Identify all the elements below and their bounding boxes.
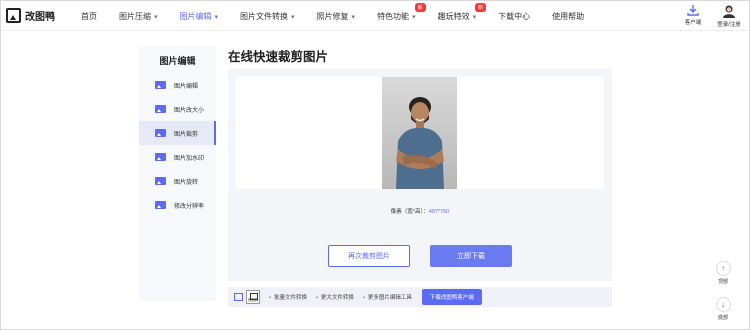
chevron-down-icon: ▾ <box>291 13 295 21</box>
sidebar-item-edit[interactable]: 图片编辑 <box>139 73 216 97</box>
sidebar-item-rotate[interactable]: 图片旋转 <box>139 169 216 193</box>
app-icon: 改图鸭 <box>246 290 260 304</box>
user-avatar-icon <box>723 5 735 18</box>
sidebar-item-crop[interactable]: 图片裁剪 <box>139 121 216 145</box>
app-icon-caption: 改图鸭 <box>247 298 259 302</box>
nav-label: 照片修复 <box>316 11 349 21</box>
batch-convert-link[interactable]: 批量文件转换 <box>269 293 307 301</box>
download-icon <box>687 5 699 16</box>
nav-item-download-center[interactable]: 下载中心 <box>498 11 530 22</box>
result-panel: 像素（宽*高）：497*750 再次裁剪图片 立即下载 <box>228 69 612 281</box>
bottom-icons: 改图鸭 <box>234 290 260 304</box>
image-icon <box>155 105 166 113</box>
nav-item-repair[interactable]: 照片修复 ▾ <box>317 11 356 22</box>
client-button[interactable]: 客户端 <box>678 4 708 28</box>
browser-frame: 改图鸭 首页 图片压缩 ▾ 图片编辑 ▾ 图片文件转换 ▾ 照片修复 ▾ 特色功能 ▾ 新 … <box>0 0 750 330</box>
image-icon <box>155 177 166 185</box>
logo-icon <box>6 8 21 23</box>
nav-item-effects[interactable]: 趣玩特效 ▾ 新 <box>437 2 487 22</box>
nav-label: 图片编辑 <box>179 11 212 21</box>
image-icon <box>155 153 166 161</box>
nav-label: 使用帮助 <box>552 11 585 21</box>
bottom-toolbar: 改图鸭 批量文件转换 更大文件转换 更多图片编辑工具 下载改图鸭客户端 <box>228 287 612 307</box>
nav-item-convert[interactable]: 图片文件转换 ▾ <box>240 11 295 22</box>
nav-item-home[interactable]: 首页 <box>81 11 97 22</box>
back-to-top[interactable]: ↑ 顶部 <box>713 261 733 285</box>
logo[interactable]: 改图鸭 <box>6 8 55 23</box>
arrow-up-icon: ↑ <box>715 261 731 276</box>
nav-label: 趣玩特效 <box>437 11 470 21</box>
chevron-down-icon: ▾ <box>351 13 356 21</box>
cropped-photo <box>382 77 457 189</box>
pixel-info: 像素（宽*高）：497*750 <box>228 207 612 215</box>
image-icon <box>234 293 243 301</box>
image-icon <box>155 201 166 209</box>
sidebar-item-label: 图片加水印 <box>174 155 205 162</box>
sidebar-item-resize[interactable]: 图片改大小 <box>139 97 216 121</box>
image-icon <box>155 129 166 137</box>
logo-text: 改图鸭 <box>25 12 55 23</box>
nav-item-edit[interactable]: 图片编辑 ▾ <box>180 11 219 22</box>
back-to-top-label: 顶部 <box>717 279 728 285</box>
login-button[interactable]: 登录/注册 <box>714 4 744 28</box>
nav-item-help[interactable]: 使用帮助 <box>552 11 584 22</box>
recrop-button[interactable]: 再次裁剪图片 <box>328 245 410 267</box>
chevron-down-icon: ▾ <box>472 13 477 21</box>
new-badge: 新 <box>414 2 426 12</box>
nav-label: 首页 <box>81 11 97 21</box>
nav-label: 图片压缩 <box>119 11 151 21</box>
image-preview-canvas <box>236 77 604 189</box>
large-file-convert-link[interactable]: 更大文件转换 <box>316 293 354 301</box>
sidebar-item-label: 图片改大小 <box>174 107 205 114</box>
nav-item-compress[interactable]: 图片压缩 ▾ <box>119 11 158 22</box>
chevron-down-icon: ▾ <box>214 13 219 21</box>
sidebar-item-watermark[interactable]: 图片加水印 <box>139 145 216 169</box>
download-client-button[interactable]: 下载改图鸭客户端 <box>421 289 482 305</box>
sidebar-item-label: 修改分辨率 <box>174 203 205 210</box>
client-label: 客户端 <box>684 20 702 26</box>
sidebar-item-label: 图片编辑 <box>174 83 199 90</box>
sidebar-item-resolution[interactable]: 修改分辨率 <box>139 193 216 217</box>
page-title: 在线快速裁剪图片 <box>228 50 329 64</box>
nav-label: 下载中心 <box>498 11 531 21</box>
chevron-down-icon: ▾ <box>154 13 158 21</box>
nav-label: 图片文件转换 <box>240 11 289 21</box>
go-to-bottom-label: 底部 <box>717 315 728 321</box>
pixel-label: 像素（宽*高）： <box>390 209 429 215</box>
top-nav: 改图鸭 首页 图片压缩 ▾ 图片编辑 ▾ 图片文件转换 ▾ 照片修复 ▾ 特色功能 ▾ 新 … <box>1 1 749 31</box>
sidebar: 图片编辑 图片编辑 图片改大小 图片裁剪 图片加水印 图片旋转 修改分辨率 <box>139 46 216 301</box>
chevron-down-icon: ▾ <box>412 13 416 21</box>
main-menu: 首页 图片压缩 ▾ 图片编辑 ▾ 图片文件转换 ▾ 照片修复 ▾ 特色功能 ▾ 新 趣玩特效… <box>81 1 606 31</box>
download-button[interactable]: 立即下载 <box>430 245 512 267</box>
login-label: 登录/注册 <box>717 22 741 28</box>
pixel-value: 497*750 <box>428 209 450 215</box>
go-to-bottom[interactable]: ↓ 底部 <box>713 297 733 321</box>
nav-right: 客户端 登录/注册 <box>672 4 744 28</box>
sidebar-item-label: 图片裁剪 <box>174 131 199 138</box>
sidebar-title: 图片编辑 <box>159 56 196 66</box>
image-icon <box>155 81 166 89</box>
sidebar-item-label: 图片旋转 <box>174 179 199 186</box>
arrow-down-icon: ↓ <box>715 297 731 312</box>
new-badge: 新 <box>475 2 487 12</box>
more-tools-link[interactable]: 更多图片编辑工具 <box>363 293 412 301</box>
person-photo-illustration <box>382 77 457 189</box>
nav-label: 特色功能 <box>377 11 410 21</box>
nav-item-features[interactable]: 特色功能 ▾ 新 <box>377 2 426 22</box>
